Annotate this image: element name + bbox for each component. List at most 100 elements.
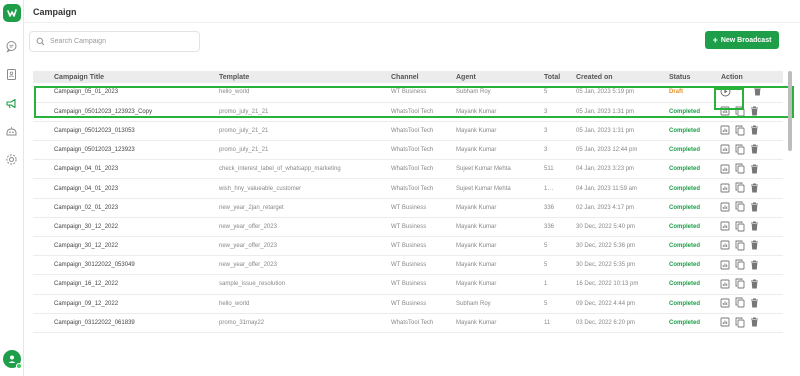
column-header-title[interactable]: Campaign Title xyxy=(33,71,198,83)
delete-icon[interactable] xyxy=(750,183,759,193)
total-cell: 5 xyxy=(523,83,555,103)
table-row[interactable]: Campaign_30122022_053049 new_year_offer_2… xyxy=(33,255,783,276)
column-header-created[interactable]: Created on xyxy=(555,71,648,83)
campaign-title-cell: Campaign_05_01_2023 xyxy=(33,83,198,103)
created-on-cell: 02 Jan, 2023 4:17 pm xyxy=(555,198,648,218)
column-header-agent[interactable]: Agent xyxy=(435,71,523,83)
report-icon[interactable] xyxy=(720,125,730,135)
template-cell: hello_world xyxy=(198,294,370,314)
action-cell xyxy=(700,255,783,276)
column-header-channel[interactable]: Channel xyxy=(370,71,435,83)
search-box[interactable] xyxy=(29,31,200,52)
action-cell xyxy=(700,274,783,295)
copy-icon[interactable] xyxy=(735,259,745,270)
status-cell: Completed xyxy=(648,121,700,142)
table-row[interactable]: Campaign_05012023_123923_Copy promo_july_… xyxy=(33,102,783,122)
table-header-row: Campaign Title Template Channel Agent To… xyxy=(33,71,783,83)
copy-icon[interactable] xyxy=(735,317,745,328)
report-icon[interactable] xyxy=(720,202,730,212)
play-run-icon[interactable] xyxy=(720,86,731,97)
copy-icon[interactable] xyxy=(735,144,745,155)
table-row[interactable]: Campaign_09_12_2022 hello_world WT Busines… xyxy=(33,294,783,314)
campaign-title-cell: Campaign_05012023_013053 xyxy=(33,121,198,142)
chat-icon[interactable] xyxy=(5,40,18,53)
delete-icon[interactable] xyxy=(750,202,759,212)
report-icon[interactable] xyxy=(720,279,730,289)
campaign-table: Campaign Title Template Channel Agent To… xyxy=(33,71,783,333)
copy-icon[interactable] xyxy=(735,240,745,251)
new-broadcast-button[interactable]: + New Broadcast xyxy=(705,31,779,49)
action-cell xyxy=(700,83,783,103)
search-icon xyxy=(36,37,45,46)
report-icon[interactable] xyxy=(720,106,730,116)
bot-icon[interactable] xyxy=(5,125,18,138)
created-on-cell: 05 Jan, 2023 1:31 pm xyxy=(555,121,648,142)
copy-icon[interactable] xyxy=(735,297,745,308)
delete-icon[interactable] xyxy=(753,86,762,96)
table-row[interactable]: Campaign_03122022_061839 promo_31may22 Wha… xyxy=(33,313,783,333)
broadcast-icon[interactable] xyxy=(5,97,18,110)
report-icon[interactable] xyxy=(720,183,730,193)
search-input[interactable] xyxy=(49,38,199,45)
delete-icon[interactable] xyxy=(750,125,759,135)
status-cell: Completed xyxy=(648,102,700,122)
copy-icon[interactable] xyxy=(735,278,745,289)
agent-cell: Mayank Kumar xyxy=(435,274,523,295)
copy-icon[interactable] xyxy=(735,125,745,136)
agent-cell: Mayank Kumar xyxy=(435,313,523,333)
column-header-status[interactable]: Status xyxy=(648,71,700,83)
copy-icon[interactable] xyxy=(735,221,745,232)
campaign-title-cell: Campaign_09_12_2022 xyxy=(33,294,198,314)
table-row[interactable]: Campaign_04_01_2023 check_interest_label_… xyxy=(33,159,783,180)
delete-icon[interactable] xyxy=(750,144,759,154)
status-cell: Completed xyxy=(648,313,700,333)
campaign-title-cell: Campaign_05012023_123923 xyxy=(33,140,198,161)
scrollbar-thumb[interactable] xyxy=(788,71,792,151)
table-row[interactable]: Campaign_05_01_2023 hello_world WT Busines… xyxy=(33,83,783,103)
copy-icon[interactable] xyxy=(735,182,745,193)
report-icon[interactable] xyxy=(720,317,730,327)
column-header-template[interactable]: Template xyxy=(198,71,370,83)
table-row[interactable]: Campaign_05012023_013053 promo_july_21_21… xyxy=(33,121,783,142)
contacts-icon[interactable] xyxy=(5,68,18,81)
table-row[interactable]: Campaign_16_12_2022 sample_issue_resoluti… xyxy=(33,274,783,295)
table-row[interactable]: Campaign_30_12_2022 new_year_offer_2023 WT… xyxy=(33,236,783,257)
table-row[interactable]: Campaign_05012023_123923 promo_july_21_21… xyxy=(33,140,783,161)
delete-icon[interactable] xyxy=(750,221,759,231)
delete-icon[interactable] xyxy=(750,260,759,270)
status-cell: Completed xyxy=(648,217,700,238)
created-on-cell: 30 Dec, 2022 5:40 pm xyxy=(555,217,648,238)
delete-icon[interactable] xyxy=(750,164,759,174)
channel-cell: WhatsTool Tech xyxy=(370,102,435,122)
channel-cell: WT Business xyxy=(370,294,435,314)
report-icon[interactable] xyxy=(720,221,730,231)
report-icon[interactable] xyxy=(720,164,730,174)
created-on-cell: 05 Jan, 2023 12:44 pm xyxy=(555,140,648,161)
column-header-total[interactable]: Total xyxy=(523,71,560,83)
report-icon[interactable] xyxy=(720,240,730,250)
copy-icon[interactable] xyxy=(735,163,745,174)
user-avatar-icon[interactable] xyxy=(3,350,22,369)
copy-icon[interactable] xyxy=(735,106,745,117)
settings-icon[interactable] xyxy=(5,153,18,166)
table-row[interactable]: Campaign_30_12_2022 new_year_offer_2023 WT… xyxy=(33,217,783,238)
report-icon[interactable] xyxy=(720,298,730,308)
agent-cell: Mayank Kumar xyxy=(435,121,523,142)
delete-icon[interactable] xyxy=(750,317,759,327)
status-cell: Completed xyxy=(648,198,700,218)
delete-icon[interactable] xyxy=(750,279,759,289)
delete-icon[interactable] xyxy=(750,106,759,116)
template-cell: new_year_offer_2023 xyxy=(198,236,370,257)
scrollbar[interactable] xyxy=(788,71,792,371)
agent-cell: Sujeet Kumar Mehta xyxy=(435,159,523,180)
table-row[interactable]: Campaign_02_01_2023 new_year_2jan_retarge… xyxy=(33,198,783,218)
delete-icon[interactable] xyxy=(750,298,759,308)
delete-icon[interactable] xyxy=(750,240,759,250)
table-row[interactable]: Campaign_04_01_2023 wish_hny_valueable_cu… xyxy=(33,178,783,199)
copy-icon[interactable] xyxy=(735,201,745,212)
logo-icon[interactable] xyxy=(3,4,21,22)
report-icon[interactable] xyxy=(720,260,730,270)
created-on-cell: 04 Jan, 2023 3:23 pm xyxy=(555,159,648,180)
total-cell: 511 xyxy=(523,159,555,180)
report-icon[interactable] xyxy=(720,144,730,154)
